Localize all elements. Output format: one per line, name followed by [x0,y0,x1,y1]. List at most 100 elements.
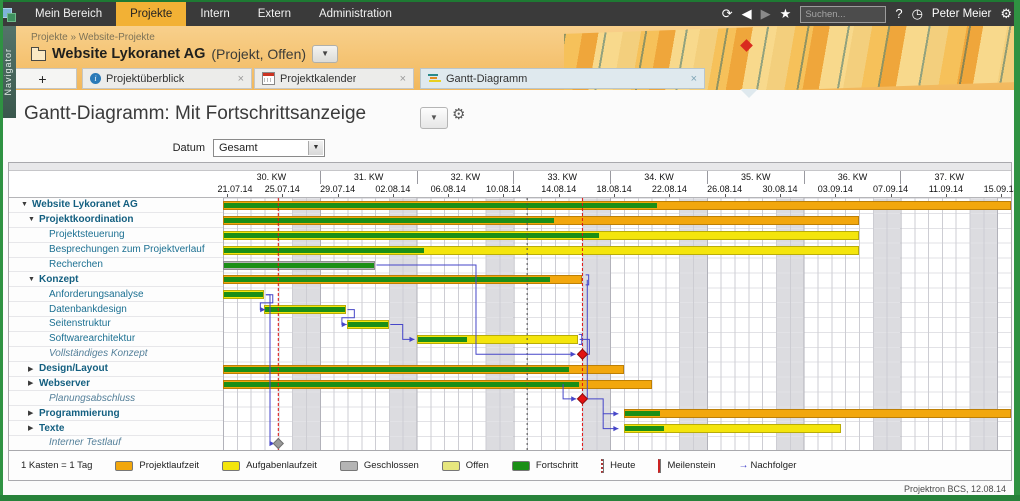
date-label: 14.08.14 [541,184,577,194]
favorite-star-icon[interactable]: ★ [780,2,792,26]
arrowhead-icon [613,426,619,432]
tab-gantt-diagramm[interactable]: Gantt-Diagramm × [420,68,705,89]
user-name[interactable]: Peter Meier [932,8,991,20]
milestone-line-icon [658,458,662,473]
info-icon: i [90,73,101,84]
date-label: 18.08.14 [596,184,632,194]
legend-item: Offen [441,460,489,471]
close-icon[interactable]: × [238,73,244,85]
legend-item: 1 Kasten = 1 Tag [21,460,92,471]
date-label: 02.08.14 [375,184,411,194]
legend-item: Geschlossen [339,460,419,471]
help-icon[interactable]: ? [895,2,902,26]
expand-arrow-icon[interactable]: ▶ [28,409,39,417]
task-row[interactable]: Vollständiges Konzept [9,347,223,362]
search-input[interactable] [800,5,887,23]
chart-scroll-strip[interactable] [9,163,1011,171]
menu-item-mein-bereich[interactable]: Mein Bereich [21,2,116,26]
legend-item: Fortschritt [511,460,579,471]
task-row[interactable]: Datenbankdesign [9,302,223,317]
task-row[interactable]: ▼ Projektkoordination [9,213,223,228]
arrowhead-icon [613,411,619,417]
task-label: Besprechungen zum Projektverlauf [49,244,205,256]
task-row[interactable]: Besprechungen zum Projektverlauf [9,243,223,258]
week-label: 36. KW [803,171,901,184]
task-row[interactable]: ▶ Design/Layout [9,362,223,377]
window-border-bottom [0,495,1020,501]
menu-item-extern[interactable]: Extern [244,2,305,26]
chevron-down-icon: ▼ [308,141,323,155]
arrowhead-icon [341,321,347,328]
successor-connector [265,294,275,445]
tab-projektüberblick[interactable]: i Projektüberblick × [82,68,252,89]
gear-icon[interactable]: ⚙ [1000,2,1012,26]
legend-label: Fortschritt [535,460,579,471]
back-icon[interactable]: ◀ [742,2,752,26]
menu-item-intern[interactable]: Intern [186,2,243,26]
menu-item-projekte[interactable]: Projekte [116,2,187,26]
arrowhead-icon [260,307,266,313]
app-logo-icon [2,7,16,22]
task-row[interactable]: ▶ Texte [9,421,223,436]
chart-overlay [259,198,619,450]
milestone-diamond-icon[interactable] [576,348,589,360]
task-row[interactable]: Seitenstruktur [9,317,223,332]
settings-gear-icon[interactable]: ⚙ [452,105,465,123]
timeline-area [223,198,1011,450]
task-row[interactable]: Softwarearchitektur [9,332,223,347]
collapse-arrow-icon[interactable]: ▼ [21,201,32,208]
task-row[interactable]: Recherchen [9,258,223,273]
task-list-column: ▼ Website Lykoranet AG ▼ Projektkoordinatio… [9,198,224,450]
legend-label: 1 Kasten = 1 Tag [21,460,93,471]
title-dropdown-button[interactable]: ▼ [420,107,448,129]
task-row[interactable]: ▼ Website Lykoranet AG [9,198,223,213]
active-tab-notch [740,89,758,98]
add-tab-button[interactable]: + [8,68,77,89]
task-row[interactable]: Projektsteuerung [9,228,223,243]
project-subtitle: (Projekt, Offen) [211,46,307,62]
milestone-diamond-icon[interactable] [576,393,589,405]
close-icon[interactable]: × [400,73,406,85]
task-label: Programmierung [39,407,120,419]
task-row[interactable]: ▶ Webserver [9,377,223,392]
week-header-row: 30. KW 31. KW 32. KW 33. KW 34. KW 35. KW 36. … [223,171,1011,184]
date-label: 06.08.14 [430,184,466,194]
legend-label: Projektlaufzeit [139,460,200,471]
refresh-icon[interactable]: ⟳ [722,2,733,26]
date-label: 25.07.14 [264,184,300,194]
page-title: Gantt-Diagramm: Mit Fortschrittsanzeige [24,103,367,124]
arrowhead-icon [571,396,577,402]
expand-arrow-icon[interactable]: ▶ [28,379,39,387]
task-label: Texte [39,422,65,434]
task-row[interactable]: Interner Testlauf [9,436,223,450]
date-filter-select[interactable]: Gesamt ▼ [213,139,325,157]
milestone-diamond-icon[interactable] [272,437,285,450]
menu-item-administration[interactable]: Administration [305,2,406,26]
navigator-label: Navigator [3,48,13,96]
legend-item: Heute [601,458,635,473]
task-row[interactable]: Anforderungsanalyse [9,287,223,303]
task-row[interactable]: ▶ Programmierung [9,406,223,422]
task-row[interactable]: ▼ Konzept [9,272,223,288]
date-label: 07.09.14 [873,184,909,194]
task-label: Seitenstruktur [49,318,111,330]
collapse-arrow-icon[interactable]: ▼ [28,276,39,283]
task-label: Projektkoordination [39,214,134,226]
timer-icon[interactable]: ◷ [912,2,923,26]
breadcrumb[interactable]: Projekte » Website-Projekte [31,32,155,43]
expand-arrow-icon[interactable]: ▶ [28,424,39,432]
forward-icon[interactable]: ▶ [761,2,771,26]
topbar-actions: ⟳ ◀ ▶ ★ ? ◷ Peter Meier ⚙ [722,2,1012,26]
date-label: 11.09.14 [928,184,964,194]
collapse-arrow-icon[interactable]: ▼ [28,216,39,223]
date-label: 10.08.14 [485,184,522,194]
arrowhead-icon [409,336,415,342]
close-icon[interactable]: × [691,73,697,85]
task-label: Datenbankdesign [49,303,127,315]
tab-projektkalender[interactable]: Projektkalender × [254,68,414,89]
task-row[interactable]: Planungsabschluss [9,391,223,407]
project-menu-button[interactable]: ▼ [312,45,339,63]
window-border-right [1014,0,1020,501]
legend-item: Projektlaufzeit [115,460,199,471]
expand-arrow-icon[interactable]: ▶ [28,365,39,373]
